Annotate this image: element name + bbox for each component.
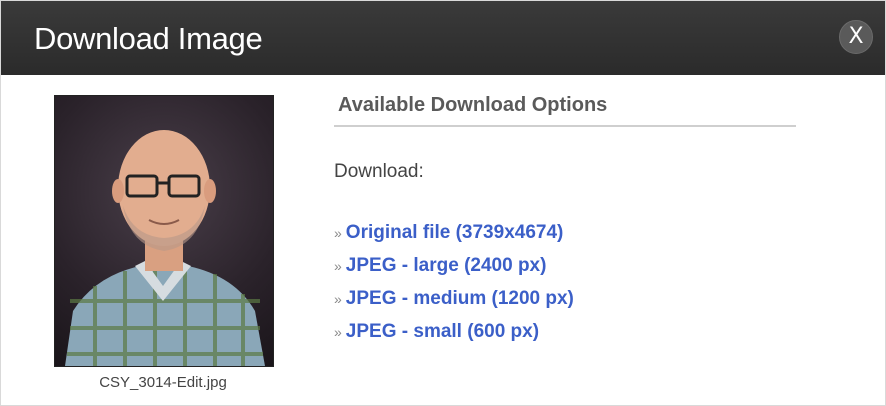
portrait-photo <box>65 130 265 366</box>
download-large-link[interactable]: JPEG - large (2400 px) <box>346 255 547 276</box>
dialog-titlebar: Download Image X <box>1 1 885 75</box>
bullet-icon: » <box>334 225 342 241</box>
image-thumbnail <box>54 95 274 367</box>
download-image-dialog: Download Image X CSY_3014-Edit.jpg Avail… <box>0 0 886 406</box>
bullet-icon: » <box>334 291 342 307</box>
download-option-large: » JPEG - large (2400 px) <box>334 252 574 285</box>
download-medium-link[interactable]: JPEG - medium (1200 px) <box>346 288 574 309</box>
image-filename: CSY_3014-Edit.jpg <box>99 374 227 391</box>
close-button[interactable]: X <box>839 20 873 54</box>
available-options-heading: Available Download Options <box>338 94 608 116</box>
download-option-original: » Original file (3739x4674) <box>334 219 574 252</box>
bullet-icon: » <box>334 258 342 274</box>
download-small-link[interactable]: JPEG - small (600 px) <box>346 321 539 342</box>
bullet-icon: » <box>334 324 342 340</box>
download-option-small: » JPEG - small (600 px) <box>334 318 574 351</box>
download-original-link[interactable]: Original file (3739x4674) <box>346 222 564 243</box>
download-option-medium: » JPEG - medium (1200 px) <box>334 285 574 318</box>
download-options-list: » Original file (3739x4674) » JPEG - large… <box>334 219 574 351</box>
dialog-title: Download Image <box>34 21 263 56</box>
download-label: Download: <box>334 161 424 182</box>
section-divider <box>334 125 796 127</box>
